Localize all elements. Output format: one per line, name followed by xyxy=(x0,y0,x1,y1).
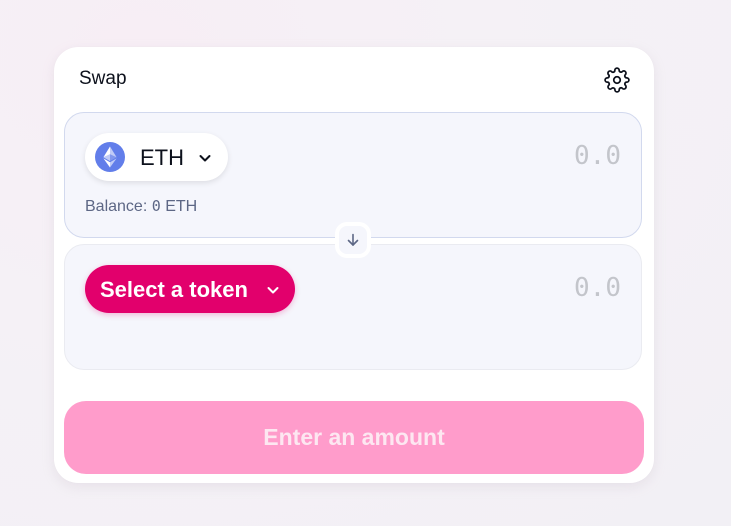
chevron-down-icon xyxy=(265,282,281,298)
input-panel: ETH 0.0 Balance: 0 ETH xyxy=(64,112,642,238)
chevron-down-icon xyxy=(197,150,213,166)
balance-label: Balance: xyxy=(85,198,148,215)
gear-icon[interactable] xyxy=(604,67,630,93)
output-panel: Select a token 0.0 xyxy=(64,244,642,370)
input-token-symbol: ETH xyxy=(140,145,184,170)
input-balance: Balance: 0 ETH xyxy=(85,197,197,216)
output-amount-field[interactable]: 0.0 xyxy=(574,273,621,303)
enter-amount-button[interactable]: Enter an amount xyxy=(64,401,644,474)
swap-header: Swap xyxy=(79,67,630,93)
select-token-label: Select a token xyxy=(100,277,248,302)
balance-unit: ETH xyxy=(165,198,198,215)
ethereum-icon xyxy=(95,142,125,172)
switch-tokens-button[interactable] xyxy=(335,222,371,258)
input-amount-field[interactable]: 0.0 xyxy=(574,141,621,171)
input-token-selector[interactable]: ETH xyxy=(85,133,228,181)
swap-card: Swap ETH 0.0 Balance: 0 ETH Select a tok… xyxy=(54,47,654,483)
select-token-button[interactable]: Select a token xyxy=(85,265,295,313)
enter-amount-label: Enter an amount xyxy=(263,424,445,450)
swap-title: Swap xyxy=(79,68,127,89)
balance-value: 0 xyxy=(151,197,161,215)
